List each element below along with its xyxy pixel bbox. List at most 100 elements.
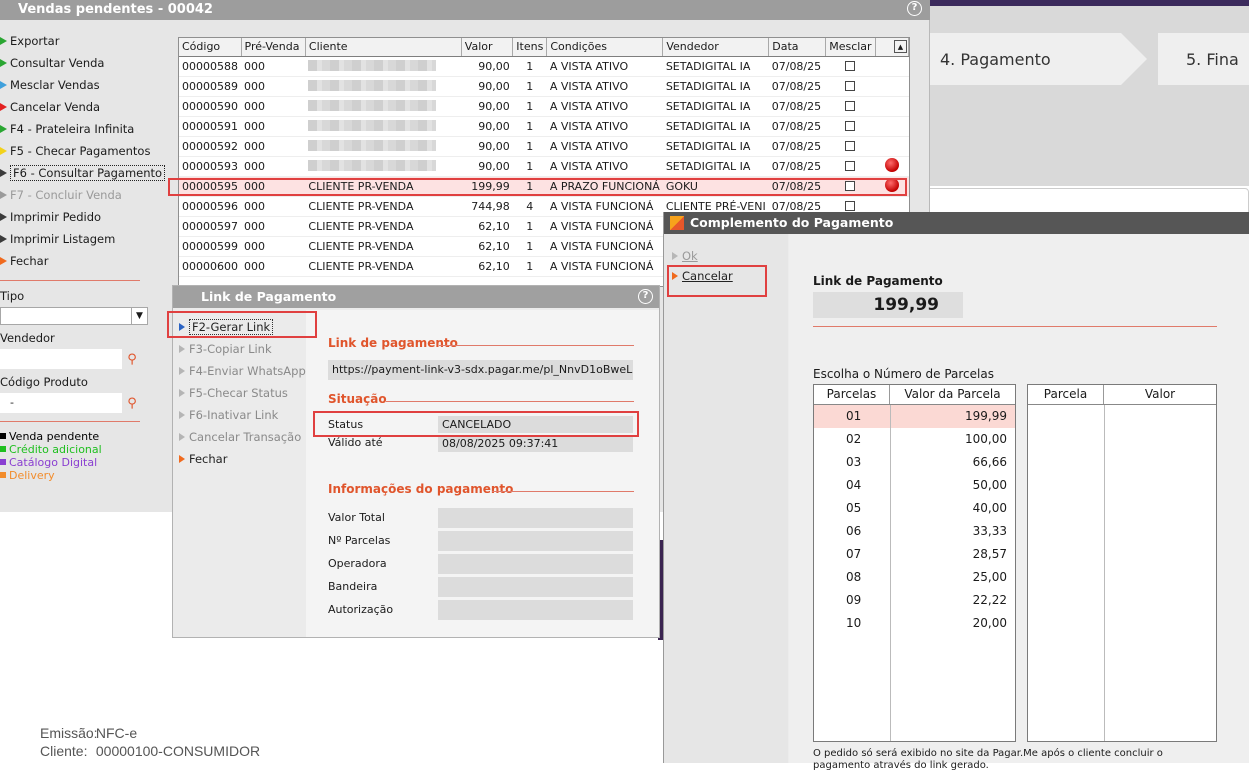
mesclar-checkbox[interactable] [845,160,856,171]
parcela-row[interactable]: 03 66,66 [814,451,1015,474]
cell-mesclar [825,136,876,157]
parcela-row[interactable]: 10 20,00 [814,612,1015,635]
link-menu-label: Fechar [189,452,228,466]
chevron-down-icon[interactable]: ▼ [131,308,147,324]
column-header[interactable]: Data [768,38,827,57]
column-header[interactable]: Condições [546,38,664,57]
mesclar-checkbox[interactable] [845,80,856,91]
menu-item[interactable]: F5 - Checar Pagamentos [0,140,160,162]
parcela-row[interactable]: 06 33,33 [814,520,1015,543]
cliente-line: Cliente: 00000100-CONSUMIDOR [40,743,260,759]
parcela-row[interactable]: 01 199,99 [814,405,1015,428]
table-row[interactable]: 00000593 000 90,00 1 A VISTA ATIVO SETADIGITA… [179,156,909,177]
column-header[interactable]: Cliente [305,38,462,57]
link-menu-item[interactable]: Cancelar Transação [173,426,305,448]
table-row[interactable]: 00000592 000 90,00 1 A VISTA ATIVO SETADIGITA… [179,136,909,157]
ok-button[interactable]: Ok [664,246,788,266]
link-menu-item[interactable]: F6-Inativar Link [173,404,305,426]
cell-cond: A VISTA ATIVO [546,96,663,117]
cell-valor: 62,10 [461,216,513,237]
triangle-icon [179,455,185,463]
tipo-select[interactable]: ▼ [0,307,148,325]
cell-data: 07/08/25 [768,56,826,77]
link-header: Link de pagamento [328,336,458,350]
cell-itens: 1 [512,216,547,237]
table-row[interactable]: 00000588 000 90,00 1 A VISTA ATIVO SETADIGITA… [179,56,909,77]
info-label: Autorização [328,603,394,616]
column-header[interactable]: Código [179,38,242,57]
column-header[interactable]: Vendedor [662,38,770,57]
scroll-up-button[interactable]: ▲ [894,40,907,53]
legend-label: Catálogo Digital [9,456,98,469]
parcela-row[interactable]: 09 22,22 [814,589,1015,612]
complemento-menu: Ok Cancelar [664,234,788,763]
link-pagamento-label: Link de Pagamento [813,274,943,288]
help-icon[interactable]: ? [638,289,653,304]
column-header: Parcela [1028,385,1104,404]
divider [439,345,634,346]
triangle-icon [179,433,185,441]
parcela-number: 04 [846,478,862,492]
column-header[interactable]: Mesclar [825,38,876,57]
menu-item[interactable]: Consultar Venda [0,52,160,74]
pagarme-note: O pedido só será exibido no site da Paga… [813,748,1163,771]
cell-valor: 744,98 [461,196,513,217]
link-menu-item[interactable]: F4-Enviar WhatsApp [173,360,306,382]
cell-pre: 000 [241,96,306,117]
parcela-number: 09 [846,593,862,607]
menu-item[interactable]: Mesclar Vendas [0,74,160,96]
help-icon[interactable]: ? [907,1,922,16]
cell-valor: 90,00 [461,56,513,77]
info-label: Bandeira [328,580,378,593]
cell-pre: 000 [241,236,306,257]
menu-item[interactable]: Cancelar Venda [0,96,160,118]
menu-item[interactable]: Exportar [0,30,160,52]
parcela-row[interactable]: 08 25,00 [814,566,1015,589]
codigo-produto-input[interactable]: - [0,393,122,413]
link-menu-item[interactable]: F5-Checar Status [173,382,305,404]
cell-data: 07/08/25 [768,76,826,97]
column-header[interactable]: Itens [512,38,548,57]
link-menu-label: F3-Copiar Link [189,342,272,356]
column-header[interactable]: Pré-Venda [241,38,306,57]
parcela-number: 10 [846,616,862,630]
parcela-row[interactable]: 07 28,57 [814,543,1015,566]
search-icon[interactable]: ⚲ [122,352,142,367]
link-menu-item[interactable]: Fechar [173,448,305,470]
menu-item[interactable]: Fechar [0,250,160,272]
cell-itens: 1 [512,116,547,137]
mesclar-checkbox[interactable] [845,60,856,71]
triangle-icon [672,252,678,260]
mesclar-checkbox[interactable] [845,200,856,211]
cell-valor: 62,10 [461,236,513,257]
redacted-client [308,119,437,131]
link-menu-item[interactable]: F3-Copiar Link [173,338,305,360]
menu-item[interactable]: F7 - Concluir Venda [0,184,160,206]
menu-item[interactable]: F4 - Prateleira Infinita [0,118,160,140]
parcela-row[interactable]: 04 50,00 [814,474,1015,497]
vendedor-input[interactable] [0,349,122,369]
parcelas-table[interactable]: Parcelas Valor da Parcela 01 199,99 02 100,… [813,384,1016,742]
cell-cond: A VISTA FUNCIONÁ [546,236,663,257]
table-row[interactable]: 00000591 000 90,00 1 A VISTA ATIVO SETADIGITA… [179,116,909,137]
table-row[interactable]: 00000589 000 90,00 1 A VISTA ATIVO SETADIGITA… [179,76,909,97]
menu-item[interactable]: F6 - Consultar Pagamento [0,162,166,184]
table-row[interactable]: 00000590 000 90,00 1 A VISTA ATIVO SETADIGITA… [179,96,909,117]
cell-pre: 000 [241,256,306,277]
parcela-valor-table[interactable]: Parcela Valor [1027,384,1217,742]
parcela-row[interactable]: 02 100,00 [814,428,1015,451]
menu-item[interactable]: Imprimir Listagem [0,228,160,250]
cell-valor: 90,00 [461,96,513,117]
parcela-row[interactable]: 05 40,00 [814,497,1015,520]
mesclar-checkbox[interactable] [845,100,856,111]
cell-valor: 62,10 [461,256,513,277]
search-icon[interactable]: ⚲ [122,396,142,411]
column-header[interactable]: Valor [461,38,514,57]
divider [0,421,140,422]
divider [492,491,634,492]
emissao-label: Emissão: [40,725,98,741]
link-url-field[interactable]: https://payment-link-v3-sdx.pagar.me/pl_… [328,360,633,380]
mesclar-checkbox[interactable] [845,140,856,151]
menu-item[interactable]: Imprimir Pedido [0,206,160,228]
mesclar-checkbox[interactable] [845,120,856,131]
